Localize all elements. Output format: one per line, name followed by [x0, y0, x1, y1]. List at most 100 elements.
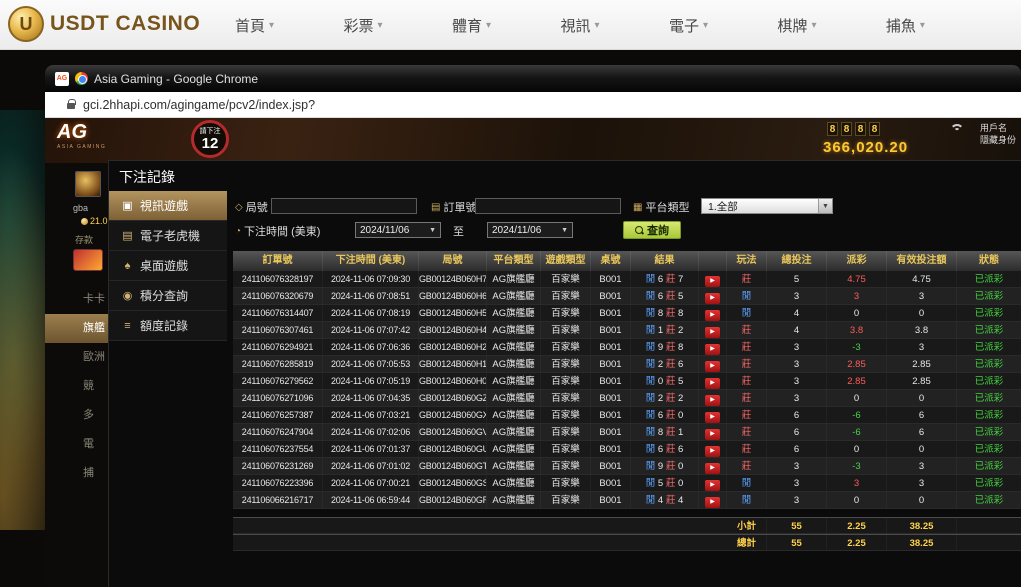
column-header[interactable]: 玩法 [727, 251, 767, 271]
browser-title-bar[interactable]: AG Asia Gaming - Google Chrome [45, 65, 1021, 92]
modal-menu: ▣ 視訊遊戲 ▤ 電子老虎機 ♠ 桌面遊戲 ◉ 積分查詢 [109, 191, 227, 341]
column-header[interactable] [699, 251, 727, 271]
time-cell: 2024-11-06 07:03:21 [323, 407, 419, 423]
avatar[interactable] [75, 171, 101, 197]
round-number-label: ◇ 局號 [235, 199, 268, 215]
lobby-tab[interactable]: 競 [45, 372, 108, 401]
payout-cell: -3 [827, 339, 887, 355]
column-header[interactable]: 狀態 [957, 251, 1021, 271]
time-cell: 2024-11-06 07:00:21 [323, 475, 419, 491]
order-number-input[interactable] [475, 198, 621, 214]
table-number-cell: B001 [591, 339, 631, 355]
result-cell: 閒 0 莊 5 [631, 373, 699, 389]
date-to-select[interactable]: 2024/11/06 ▼ [487, 222, 573, 238]
round-icon: ◇ [235, 202, 243, 213]
total-payout-value: 2.25 [827, 518, 887, 533]
play-video-button[interactable]: ▶ [705, 310, 720, 321]
column-header[interactable]: 有效投注額 [887, 251, 957, 271]
nav-item-electronic[interactable]: 電子 ▾ [669, 15, 708, 36]
round-cell: GB00124B060H7 [419, 271, 487, 287]
video-cell: ▶ [699, 458, 727, 474]
bet-countdown: 請下注 12 [191, 120, 229, 158]
play-video-button[interactable]: ▶ [705, 497, 720, 508]
play-video-button[interactable]: ▶ [705, 463, 720, 474]
deposit-label[interactable]: 存款 [75, 233, 93, 246]
countdown-value: 12 [202, 136, 219, 151]
status-cell: 已派彩 [957, 390, 1021, 406]
column-header[interactable]: 遊戲類型 [541, 251, 591, 271]
valid-bet-cell: 0 [887, 492, 957, 508]
column-header[interactable]: 派彩 [827, 251, 887, 271]
column-header[interactable]: 總投注 [767, 251, 827, 271]
play-video-button[interactable]: ▶ [705, 344, 720, 355]
play-type-cell: 莊 [727, 271, 767, 287]
play-video-button[interactable]: ▶ [705, 293, 720, 304]
menu-item-table-games[interactable]: ♠ 桌面遊戲 [109, 251, 227, 281]
nav-item-home[interactable]: 首頁 ▾ [235, 15, 274, 36]
order-cell: 241106076231269 [233, 458, 323, 474]
result-cell: 閒 9 莊 0 [631, 458, 699, 474]
dropdown-arrow-icon: ▼ [818, 199, 832, 213]
nav-item-chess[interactable]: 棋牌 ▾ [777, 15, 816, 36]
payout-cell: 3 [827, 288, 887, 304]
ag-page: AG ASIA GAMING 請下注 12 8888 366,020.20 用戶… [45, 118, 1021, 587]
lobby-tab[interactable]: 電 [45, 430, 108, 459]
round-cell: GB00124B060GS [419, 475, 487, 491]
nav-item-sports[interactable]: 體育 ▾ [452, 15, 491, 36]
column-header[interactable]: 平台類型 [487, 251, 541, 271]
total-bet-cell: 4 [767, 322, 827, 338]
table-row: 2411060763281972024-11-06 07:09:30GB0012… [233, 271, 1021, 288]
play-video-button[interactable]: ▶ [705, 429, 720, 440]
column-header[interactable]: 桌號 [591, 251, 631, 271]
lobby-tab[interactable]: 多 [45, 401, 108, 430]
jackpot-amount: 366,020.20 [823, 139, 908, 156]
play-video-button[interactable]: ▶ [705, 446, 720, 457]
date-from-select[interactable]: 2024/11/06 ▼ [355, 222, 441, 238]
play-video-button[interactable]: ▶ [705, 412, 720, 423]
video-games-icon: ▣ [121, 199, 134, 212]
nav-item-video[interactable]: 視訊 ▾ [560, 15, 599, 36]
result-cell: 閒 1 莊 2 [631, 322, 699, 338]
column-header[interactable]: 訂單號 [233, 251, 323, 271]
play-video-button[interactable]: ▶ [705, 395, 720, 406]
lobby-tab[interactable]: 捕 [45, 459, 108, 488]
lobby-tab-active[interactable]: 旗艦 [45, 314, 108, 343]
date-from-value: 2024/11/06 [360, 225, 409, 236]
nav-item-lottery[interactable]: 彩票 ▾ [343, 15, 382, 36]
play-video-button[interactable]: ▶ [705, 276, 720, 287]
menu-item-video-games[interactable]: ▣ 視訊遊戲 [109, 191, 227, 221]
round-cell: GB00124B060GZ [419, 390, 487, 406]
nav-item-label: 彩票 [343, 15, 373, 36]
platform-cell: AG旗艦廳 [487, 441, 541, 457]
play-video-button[interactable]: ▶ [705, 327, 720, 338]
status-cell: 已派彩 [957, 322, 1021, 338]
game-cell: 百家樂 [541, 407, 591, 423]
screen: U USDT CASINO 首頁 ▾ 彩票 ▾ 體育 ▾ 視訊 ▾ 電子 ▾ [0, 0, 1021, 587]
time-cell: 2024-11-06 07:01:02 [323, 458, 419, 474]
total-bet-cell: 3 [767, 475, 827, 491]
round-number-input[interactable] [271, 198, 417, 214]
nav-item-fishing[interactable]: 捕魚 ▾ [886, 15, 925, 36]
browser-url-bar[interactable]: gci.2hhapi.com/agingame/pcv2/index.jsp? [45, 92, 1021, 118]
valid-bet-cell: 3 [887, 288, 957, 304]
menu-item-slot-machine[interactable]: ▤ 電子老虎機 [109, 221, 227, 251]
casino-logo[interactable]: U USDT CASINO [8, 6, 200, 42]
lobby-tab[interactable]: 卡卡 [45, 285, 108, 314]
menu-item-points-query[interactable]: ◉ 積分查詢 [109, 281, 227, 311]
lobby-tab[interactable]: 歐洲 [45, 343, 108, 372]
search-button[interactable]: 查詢 [623, 221, 681, 239]
nav-item-label: 視訊 [560, 15, 590, 36]
play-video-button[interactable]: ▶ [705, 480, 720, 491]
play-video-button[interactable]: ▶ [705, 378, 720, 389]
column-header[interactable]: 結果 [631, 251, 699, 271]
platform-type-select[interactable]: 1.全部 ▼ [701, 198, 833, 214]
column-header[interactable]: 局號 [419, 251, 487, 271]
play-type-cell: 莊 [727, 322, 767, 338]
result-cell: 閒 8 莊 8 [631, 305, 699, 321]
column-header[interactable]: 下注時間 (美東) [323, 251, 419, 271]
result-cell: 閒 8 莊 1 [631, 424, 699, 440]
round-cell: GB00124B060GV [419, 424, 487, 440]
menu-item-quota-records[interactable]: ≡ 額度記錄 [109, 311, 227, 341]
play-video-button[interactable]: ▶ [705, 361, 720, 372]
ag-logo-subtext: ASIA GAMING [57, 144, 106, 150]
